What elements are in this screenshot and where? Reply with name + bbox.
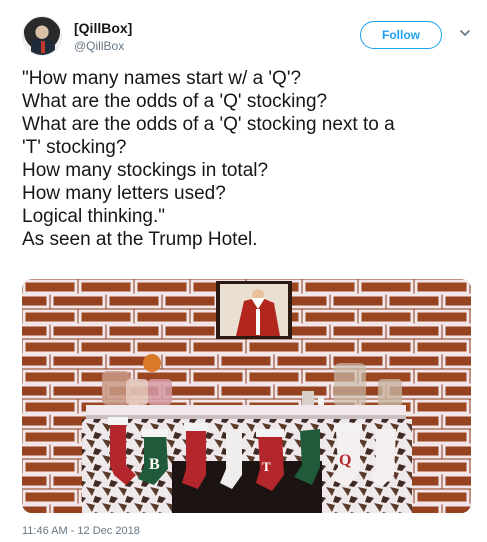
tweet-timestamp[interactable]: 11:46 AM - 12 Dec 2018 (22, 525, 140, 537)
stocking-letter-q: Q (339, 452, 351, 469)
tweet-line: "How many names start w/ a 'Q'? (22, 68, 302, 89)
tweet-line: 'T' stocking? (22, 137, 127, 158)
avatar-tie (41, 41, 45, 53)
tweet-line: As seen at the Trump Hotel. (22, 229, 258, 250)
tweet-text: "How many names start w/ a 'Q'? What are… (22, 67, 472, 251)
mantel-shelf (86, 405, 406, 415)
stocking-letter-b: B (149, 456, 160, 473)
display-name[interactable]: [QillBox] (74, 20, 132, 36)
user-handle[interactable]: @QillBox (74, 39, 124, 53)
tweet-line: What are the odds of a 'Q' stocking next… (22, 114, 395, 135)
stocking-letter-t: T (262, 459, 271, 474)
chevron-down-icon[interactable] (458, 26, 472, 40)
tweet-header: [QillBox] @QillBox Follow (22, 14, 472, 60)
tweet-line: How many stockings in total? (22, 160, 269, 181)
profile-avatar[interactable] (22, 16, 62, 56)
tweet-line: What are the odds of a 'Q' stocking? (22, 91, 328, 112)
tweet-line: Logical thinking." (22, 206, 166, 227)
tweet-line: How many letters used? (22, 183, 226, 204)
gingerbread-fireplace-image: B T Q (22, 279, 471, 513)
glass-jar (334, 363, 366, 407)
tweet-photo[interactable]: B T Q (22, 279, 471, 513)
candy-jar (102, 371, 130, 405)
follow-button[interactable]: Follow (360, 21, 442, 49)
